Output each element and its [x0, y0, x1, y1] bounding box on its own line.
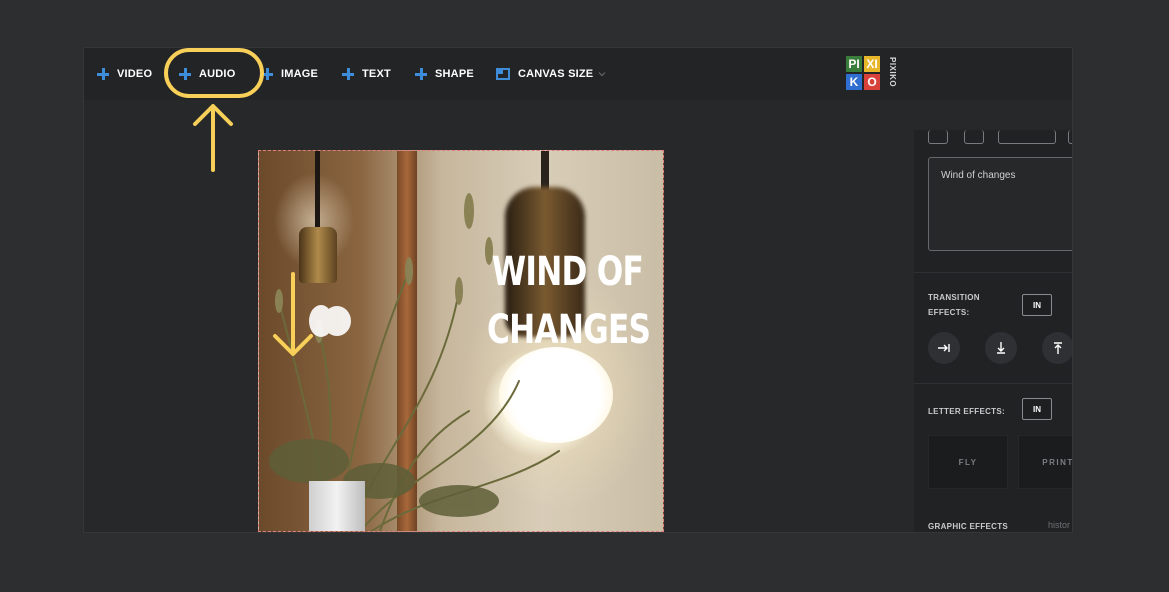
properties-panel: Wind of changes TRANSITION EFFECTS: IN L… [914, 130, 1072, 532]
graphic-effects-label: GRAPHIC EFFECTS [928, 522, 1009, 531]
logo-vertical-text: PIXIKO [888, 56, 897, 88]
effect-fly-tile[interactable]: FLY [928, 435, 1008, 489]
effect-print-label: PRINT [1042, 457, 1072, 467]
logo-tile: K [846, 74, 862, 90]
transition-slide-up-button[interactable] [1042, 332, 1072, 364]
divider [914, 383, 1072, 384]
text-content-value: Wind of changes [941, 170, 1016, 181]
plus-icon [97, 68, 109, 80]
logo-tile: O [864, 74, 880, 90]
add-image-label: IMAGE [281, 68, 319, 80]
transition-slide-down-button[interactable] [985, 332, 1017, 364]
logo-tile: PI [846, 56, 862, 72]
add-shape-label: SHAPE [435, 68, 474, 80]
add-text-button[interactable]: TEXT [342, 64, 391, 84]
align-left-button[interactable] [928, 130, 948, 144]
plant-pot [309, 481, 365, 531]
transition-in-label: IN [1033, 300, 1041, 310]
add-video-button[interactable]: VIDEO [97, 64, 152, 84]
transition-effects-label: TRANSITION EFFECTS: [928, 293, 980, 317]
canvas-size-label: CANVAS SIZE [518, 68, 594, 80]
history-link[interactable]: histor [1048, 520, 1070, 530]
divider [914, 272, 1072, 273]
canvas-size-icon [496, 68, 510, 80]
plus-icon [342, 68, 354, 80]
text-content-input[interactable]: Wind of changes [928, 157, 1072, 251]
arrow-right-to-bar-icon [938, 344, 950, 352]
canvas-title-text[interactable]: WIND OF CHANGES [487, 243, 651, 359]
pixiko-logo: PI XI K O PIXIKO [846, 54, 898, 94]
font-select[interactable] [998, 130, 1056, 144]
logo-tile: XI [864, 56, 880, 72]
transition-slide-right-button[interactable] [928, 332, 960, 364]
add-video-label: VIDEO [117, 68, 153, 80]
arrow-down-to-bar-icon [997, 342, 1005, 354]
editor-window: VIDEO AUDIO IMAGE TEXT SHAPE CANVAS SIZE [84, 48, 1072, 532]
letter-in-button[interactable]: IN [1022, 398, 1052, 420]
letter-in-label: IN [1033, 404, 1041, 414]
letter-effects-label: LETTER EFFECTS: [928, 407, 1005, 416]
video-canvas[interactable]: WIND OF CHANGES [258, 150, 664, 532]
effect-fly-label: FLY [958, 457, 978, 467]
plus-icon [261, 68, 273, 80]
align-center-button[interactable] [964, 130, 984, 144]
add-image-button[interactable]: IMAGE [261, 64, 318, 84]
add-audio-label: AUDIO [199, 68, 236, 80]
plus-icon [415, 68, 427, 80]
plus-icon [179, 68, 191, 80]
top-toolbar: VIDEO AUDIO IMAGE TEXT SHAPE CANVAS SIZE [84, 48, 1072, 100]
chevron-down-icon [598, 72, 606, 77]
transition-in-button[interactable]: IN [1022, 294, 1052, 316]
arrow-up-from-bar-icon [1054, 342, 1062, 354]
add-audio-button[interactable]: AUDIO [179, 64, 235, 84]
add-text-label: TEXT [362, 68, 391, 80]
add-shape-button[interactable]: SHAPE [415, 64, 474, 84]
format-button[interactable] [1068, 130, 1072, 144]
effect-print-tile[interactable]: PRINT [1018, 435, 1072, 489]
canvas-size-dropdown[interactable]: CANVAS SIZE [496, 64, 607, 84]
